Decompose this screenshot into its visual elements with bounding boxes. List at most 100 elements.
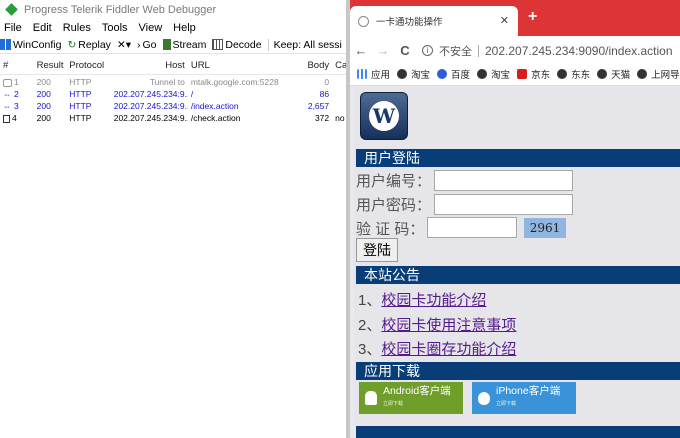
insecure-label: 不安全	[439, 45, 472, 58]
sessions-list: 1 200 HTTP Tunnel to mtalk.google.com:52…	[0, 76, 346, 124]
tab-close-icon[interactable]: ✕	[500, 14, 509, 27]
col-url[interactable]: URL	[188, 60, 302, 71]
tab-title: 一卡通功能操作	[376, 17, 443, 28]
bookmark-nav[interactable]: 上网导航	[637, 67, 680, 81]
bookmark-jd[interactable]: 京东	[517, 67, 550, 81]
iphone-download-button[interactable]: iPhone客户端 立即下载	[472, 382, 576, 414]
login-button[interactable]: 登陆	[356, 238, 398, 262]
password-label: 用户密码：	[356, 197, 432, 214]
address-separator	[478, 44, 479, 57]
stream-button[interactable]: Stream	[162, 38, 207, 51]
address-url[interactable]: 202.207.245.234:9090/index.action	[485, 44, 673, 58]
col-host[interactable]: Host	[111, 60, 188, 71]
go-button[interactable]: › Go	[137, 39, 157, 51]
session-body: 86	[319, 89, 330, 99]
bookmark-taobao-2[interactable]: 淘宝	[477, 67, 510, 81]
android-label: Android客户端	[383, 385, 451, 397]
session-url: /index.action	[190, 101, 239, 111]
replay-button[interactable]: ↻ Replay	[67, 39, 111, 51]
winconfig-button[interactable]: WinConfig	[0, 39, 61, 51]
globe-icon	[597, 68, 608, 79]
lock-icon	[3, 78, 12, 87]
col-result[interactable]: Result	[34, 60, 67, 71]
menu-rules[interactable]: Rules	[63, 22, 91, 34]
menu-edit[interactable]: Edit	[33, 22, 52, 34]
stream-label: Stream	[172, 38, 207, 51]
login-header: 用户登陆	[356, 149, 680, 167]
col-body[interactable]: Body	[301, 60, 332, 71]
new-tab-button[interactable]: +	[528, 8, 537, 26]
session-num: 3	[14, 101, 19, 111]
jd-logo-icon	[517, 68, 528, 79]
bookmark-label: 东东	[571, 69, 591, 81]
sessions-header: # Result Protocol Host URL Body Ca	[0, 57, 346, 75]
apple-icon	[478, 391, 490, 405]
go-label: Go	[142, 38, 157, 51]
menu-file[interactable]: File	[4, 22, 22, 34]
remove-menu-button[interactable]: ✕▾	[117, 39, 131, 51]
address-bar[interactable]: i 不安全 202.207.245.234:9090/index.action	[422, 43, 680, 59]
iphone-label: iPhone客户端	[496, 385, 561, 397]
bookmark-label: 应用	[371, 69, 391, 81]
fiddler-window: Progress Telerik Fiddler Web Debugger Fi…	[0, 0, 346, 438]
col-num[interactable]: #	[0, 60, 34, 71]
bookmark-baidu[interactable]: 百度	[437, 67, 470, 81]
notice-link[interactable]: 校园卡功能介绍	[381, 292, 486, 309]
address-row: ← → C i 不安全 202.207.245.234:9090/index.a…	[350, 42, 680, 59]
notice-link[interactable]: 校园卡使用注意事项	[381, 317, 516, 334]
user-id-input[interactable]	[434, 170, 573, 191]
fiddler-menu-bar: File Edit Rules Tools View Help	[0, 19, 346, 36]
session-host: 202.207.245.234:9...	[113, 101, 188, 111]
bookmark-dongdong[interactable]: 东东	[557, 67, 590, 81]
session-protocol: HTTP	[69, 89, 92, 99]
android-download-button[interactable]: Android客户端立即下载	[359, 382, 463, 414]
decode-button[interactable]: Decode	[212, 38, 262, 51]
info-icon[interactable]: i	[422, 45, 433, 56]
notice-number: 3、	[358, 341, 382, 358]
decode-label: Decode	[225, 38, 262, 51]
captcha-image[interactable]: 2961	[524, 218, 566, 238]
session-row[interactable]: 4 200 HTTP 202.207.245.234:9... /check.a…	[0, 112, 346, 124]
bookmark-label: 淘宝	[491, 69, 511, 81]
browser-tab[interactable]: 一卡通功能操作 ✕	[350, 6, 518, 36]
bookmark-tmall[interactable]: 天猫	[597, 67, 630, 81]
keep-sessions-dropdown[interactable]: Keep: All sessi	[267, 38, 342, 51]
session-host: 202.207.245.234:9...	[113, 113, 188, 123]
reload-button[interactable]: C	[394, 43, 416, 58]
session-row[interactable]: ⇔ 2 200 HTTP 202.207.245.234:9... / 86	[0, 88, 346, 100]
android-sub: 立即下载	[383, 401, 404, 407]
menu-help[interactable]: Help	[173, 22, 196, 34]
back-button[interactable]: ←	[350, 43, 372, 58]
forward-button[interactable]: →	[372, 43, 394, 58]
session-num: 2	[14, 89, 19, 99]
browser-window: 一卡通功能操作 ✕ + ← → C i 不安全 202.207.245.234:…	[350, 0, 680, 438]
fiddler-title: Progress Telerik Fiddler Web Debugger	[24, 3, 217, 16]
bookmark-taobao[interactable]: 淘宝	[397, 67, 430, 81]
menu-view[interactable]: View	[139, 22, 163, 34]
replay-icon: ↻	[67, 38, 77, 51]
session-result: 200	[36, 77, 51, 87]
session-result: 200	[36, 89, 51, 99]
page-viewport: W 用户登陆 用户编号： 用户密码： 验 证 码： 2961 登陆 本站公告 1…	[350, 86, 680, 438]
page-content: W 用户登陆 用户编号： 用户密码： 验 证 码： 2961 登陆 本站公告 1…	[354, 86, 680, 426]
bookmark-label: 上网导航	[651, 69, 680, 81]
col-caching[interactable]: Ca	[332, 60, 346, 71]
remove-label: ✕▾	[116, 38, 132, 51]
notice-item: 3、校园卡圈存功能介绍	[358, 338, 516, 359]
arrows-icon: ⇔	[3, 101, 11, 111]
captcha-input[interactable]	[427, 217, 517, 238]
windows-icon	[0, 39, 11, 50]
col-protocol[interactable]: Protocol	[66, 60, 110, 71]
footer-bar	[356, 426, 680, 438]
menu-tools[interactable]: Tools	[102, 22, 128, 34]
bookmark-label: 淘宝	[411, 69, 431, 81]
baidu-paw-icon	[437, 68, 448, 79]
replay-label: Replay	[78, 38, 111, 51]
notice-link[interactable]: 校园卡圈存功能介绍	[381, 341, 516, 358]
session-body: 372	[314, 113, 330, 123]
session-row[interactable]: 1 200 HTTP Tunnel to mtalk.google.com:52…	[0, 76, 346, 88]
session-num: 1	[14, 77, 19, 87]
session-row[interactable]: ⇔ 3 200 HTTP 202.207.245.234:9... /index.…	[0, 100, 346, 112]
password-input[interactable]	[434, 194, 573, 215]
bookmark-apps[interactable]: 应用	[357, 67, 390, 81]
